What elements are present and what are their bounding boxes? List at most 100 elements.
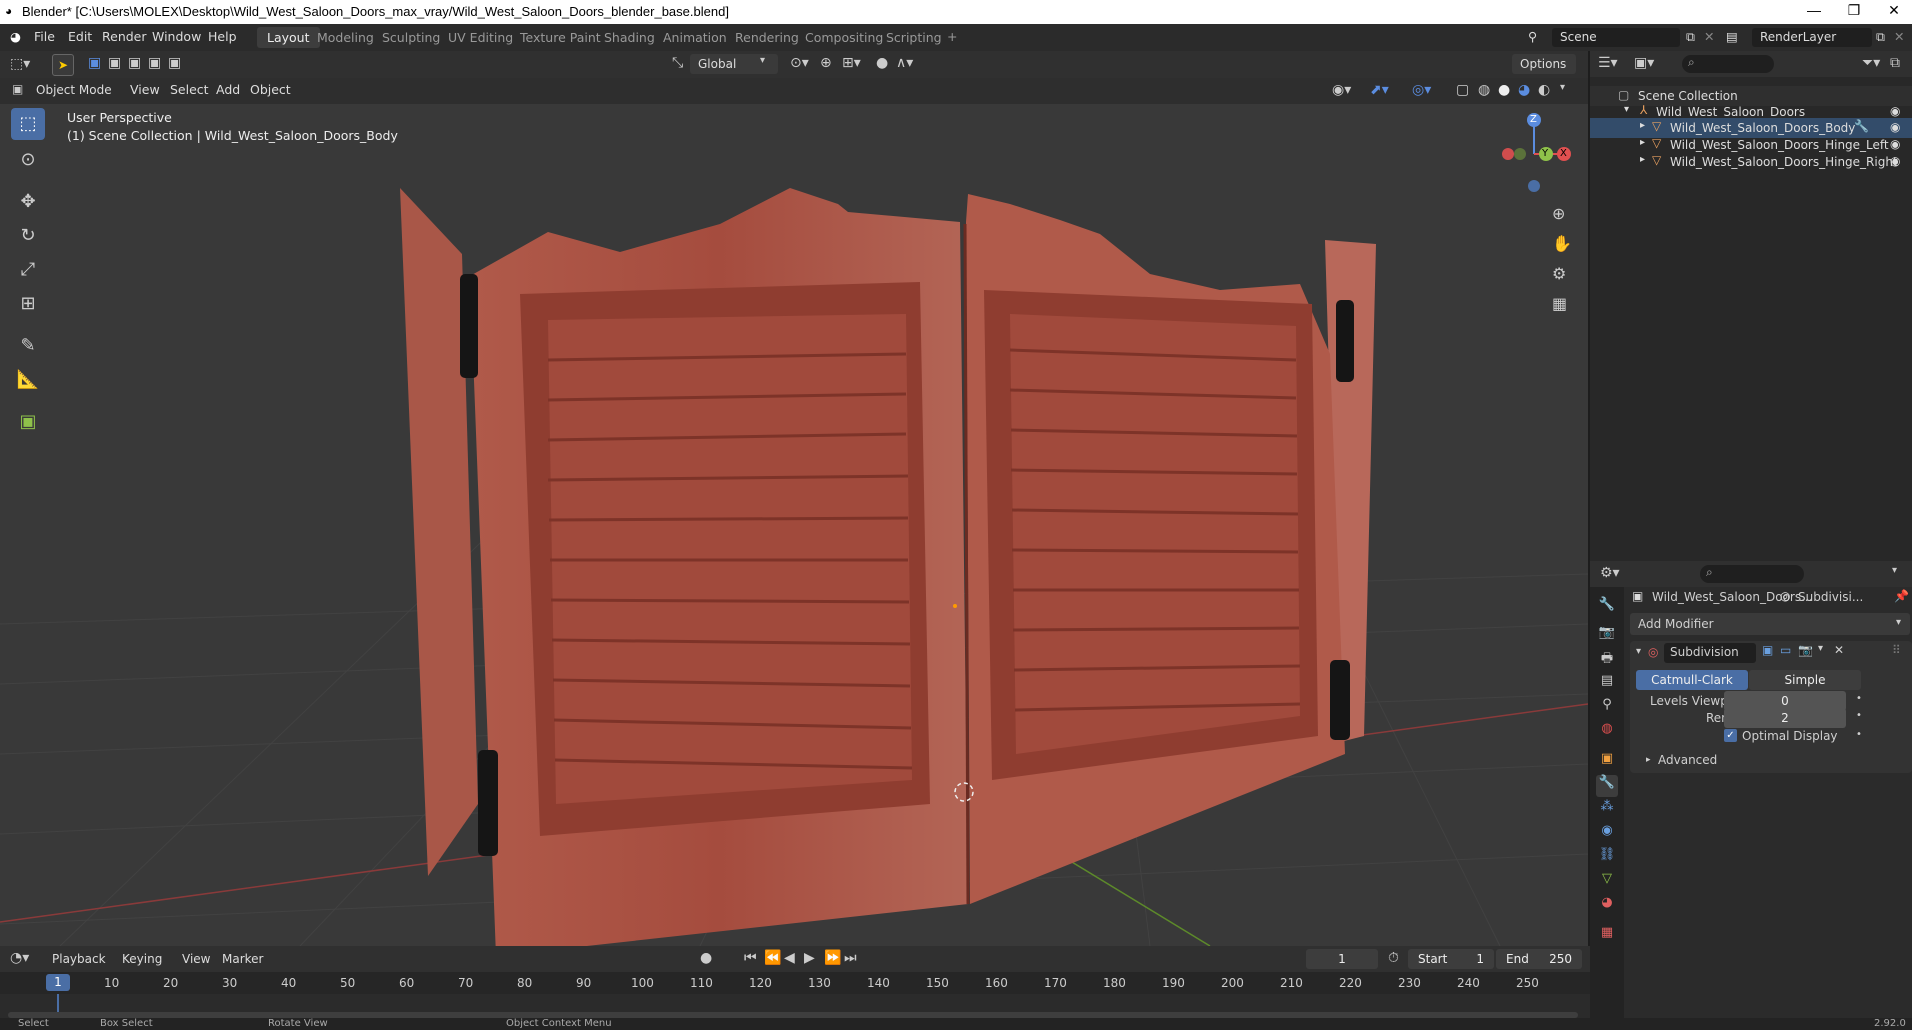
pan-hand-icon[interactable]: ✋: [1552, 234, 1572, 253]
timeline-view-menu[interactable]: View: [174, 949, 218, 969]
playhead[interactable]: 1: [46, 974, 70, 991]
end-frame-field[interactable]: End 250: [1496, 949, 1582, 969]
rendered-shading-icon[interactable]: ◐: [1538, 82, 1550, 98]
properties-editor-icon[interactable]: ⚙▾: [1600, 565, 1620, 581]
annotate-tool-icon[interactable]: ✎: [11, 330, 45, 362]
expand-arrow-icon[interactable]: ▸: [1640, 137, 1645, 148]
snap-target-icon[interactable]: ⊞▾: [842, 55, 861, 71]
viewport-menu-view[interactable]: View: [130, 82, 160, 97]
next-keyframe-icon[interactable]: ⏩: [824, 950, 841, 966]
new-view-layer-icon[interactable]: ⧉: [1876, 29, 1885, 45]
collapse-arrow-icon[interactable]: ▾: [1636, 646, 1641, 657]
menu-window[interactable]: Window: [152, 29, 201, 44]
zoom-icon[interactable]: ⊕: [1552, 204, 1565, 223]
outliner-row-hinge-right[interactable]: ▸ ▽ Wild_West_Saloon_Doors_Hinge_Right ◉: [1590, 152, 1912, 172]
visibility-eye-icon[interactable]: ◉: [1890, 137, 1900, 151]
new-scene-icon[interactable]: ⧉: [1686, 29, 1695, 45]
keyframe-dot-icon[interactable]: •: [1856, 729, 1862, 740]
3d-viewport[interactable]: User Perspective (1) Scene Collection | …: [0, 104, 1588, 946]
material-shading-icon[interactable]: ◕: [1518, 82, 1530, 98]
gizmo-icon[interactable]: ⬈▾: [1370, 82, 1389, 98]
camera-view-icon[interactable]: ⚙: [1552, 264, 1566, 283]
expand-arrow-icon[interactable]: ▸: [1640, 154, 1645, 165]
filter-icon[interactable]: ⏷▾: [1862, 55, 1880, 71]
object-tab-icon[interactable]: ▣: [1596, 751, 1618, 773]
data-tab-icon[interactable]: ▽: [1596, 871, 1618, 893]
select-tool-icon[interactable]: ➤: [52, 54, 74, 76]
pin-icon[interactable]: 📌: [1894, 589, 1909, 603]
close-window-button[interactable]: ✕: [1874, 2, 1912, 19]
select-mode-extend-icon[interactable]: ▣: [108, 55, 121, 71]
output-tab-icon[interactable]: 🖶: [1596, 649, 1618, 671]
frame-ruler[interactable]: 1 10 20 30 40 50 60 70 80 90 100 110 120…: [0, 972, 1590, 994]
xray-icon[interactable]: ▢: [1456, 82, 1469, 98]
visibility-eye-icon[interactable]: ◉▾: [1332, 82, 1351, 98]
keyframe-dot-icon[interactable]: •: [1856, 693, 1862, 704]
pivot-point-icon[interactable]: ⊙▾: [790, 55, 809, 71]
select-mode-invert-icon[interactable]: ▣: [148, 55, 161, 71]
visibility-eye-icon[interactable]: ◉: [1890, 120, 1900, 134]
scene-tab-icon[interactable]: ⚲: [1596, 697, 1618, 719]
wireframe-shading-icon[interactable]: ◍: [1478, 82, 1490, 98]
record-icon[interactable]: ●: [700, 950, 712, 966]
playback-menu[interactable]: Playback: [44, 949, 114, 969]
scale-tool-icon[interactable]: ⤢: [11, 254, 45, 286]
marker-menu[interactable]: Marker: [214, 949, 271, 969]
overlay-icon[interactable]: ◎▾: [1412, 82, 1431, 98]
modifier-wrench-icon[interactable]: 🔧: [1854, 119, 1869, 133]
expand-arrow-icon[interactable]: ▸: [1646, 755, 1651, 765]
advanced-section-label[interactable]: Advanced: [1658, 753, 1717, 767]
move-tool-icon[interactable]: ✥: [11, 186, 45, 218]
current-frame-field[interactable]: 1: [1306, 949, 1378, 969]
constraints-tab-icon[interactable]: ⛓: [1596, 847, 1618, 869]
stopwatch-icon[interactable]: ⏱: [1388, 950, 1399, 966]
select-mode-intersect-icon[interactable]: ▣: [168, 55, 181, 71]
optimal-display-checkbox[interactable]: ✓: [1724, 729, 1737, 742]
simple-button[interactable]: Simple: [1749, 670, 1861, 690]
rotate-tool-icon[interactable]: ↻: [11, 220, 45, 252]
minimize-button[interactable]: —: [1794, 2, 1834, 18]
viewport-menu-object[interactable]: Object: [250, 82, 291, 97]
modifier-menu-chevron-icon[interactable]: ▾: [1818, 643, 1823, 654]
view-layer-selector[interactable]: RenderLayer: [1752, 28, 1872, 47]
texture-tab-icon[interactable]: ▦: [1596, 925, 1618, 947]
menu-edit[interactable]: Edit: [68, 29, 92, 44]
physics-tab-icon[interactable]: ◉: [1596, 823, 1618, 845]
play-reverse-icon[interactable]: ◀: [784, 950, 795, 966]
visibility-eye-icon[interactable]: ◉: [1890, 104, 1900, 118]
catmull-clark-button[interactable]: Catmull-Clark: [1636, 670, 1748, 690]
proportional-edit-icon[interactable]: ●: [876, 55, 888, 71]
select-mode-new-icon[interactable]: ▣: [88, 55, 101, 71]
proportional-falloff-icon[interactable]: ∧▾: [896, 55, 913, 71]
particles-tab-icon[interactable]: ⁂: [1596, 799, 1618, 821]
menu-file[interactable]: File: [34, 29, 55, 44]
expand-arrow-icon[interactable]: ▸: [1640, 120, 1645, 131]
view-layer-icon[interactable]: ▤: [1726, 29, 1738, 44]
world-tab-icon[interactable]: ◍: [1596, 721, 1618, 743]
editor-type-icon[interactable]: ⬚▾: [10, 56, 30, 72]
solid-shading-icon[interactable]: ●: [1498, 82, 1510, 98]
timeline-editor-icon[interactable]: ◔▾: [10, 950, 29, 966]
viewport-toggle-icon[interactable]: ▭: [1780, 643, 1791, 657]
viewport-menu-select[interactable]: Select: [170, 82, 209, 97]
scene-selector[interactable]: Scene: [1552, 28, 1680, 47]
measure-tool-icon[interactable]: 📐: [11, 364, 45, 396]
keyframe-dot-icon[interactable]: •: [1856, 710, 1862, 721]
transform-tool-icon[interactable]: ⊞: [11, 288, 45, 320]
properties-options-chevron-icon[interactable]: ▾: [1892, 565, 1897, 576]
scene-icon[interactable]: ⚲: [1528, 29, 1537, 44]
properties-search-input[interactable]: ⌕: [1700, 565, 1804, 583]
modifier-name-input[interactable]: Subdivision: [1664, 643, 1756, 663]
tool-tab-icon[interactable]: 🔧: [1596, 597, 1618, 619]
maximize-button[interactable]: ❐: [1834, 2, 1874, 19]
add-cube-tool-icon[interactable]: ▣: [11, 406, 45, 438]
select-mode-subtract-icon[interactable]: ▣: [128, 55, 141, 71]
mode-dropdown[interactable]: Object Mode: [28, 80, 120, 100]
remove-modifier-icon[interactable]: ✕: [1834, 643, 1844, 657]
modifier-tab-icon[interactable]: 🔧: [1596, 775, 1618, 797]
view-layer-tab-icon[interactable]: ▤: [1596, 673, 1618, 695]
visibility-eye-icon[interactable]: ◉: [1890, 154, 1900, 168]
blender-menu-icon[interactable]: ◕: [10, 29, 21, 44]
jump-end-icon[interactable]: ⏭: [844, 950, 857, 966]
menu-render[interactable]: Render: [102, 29, 147, 44]
